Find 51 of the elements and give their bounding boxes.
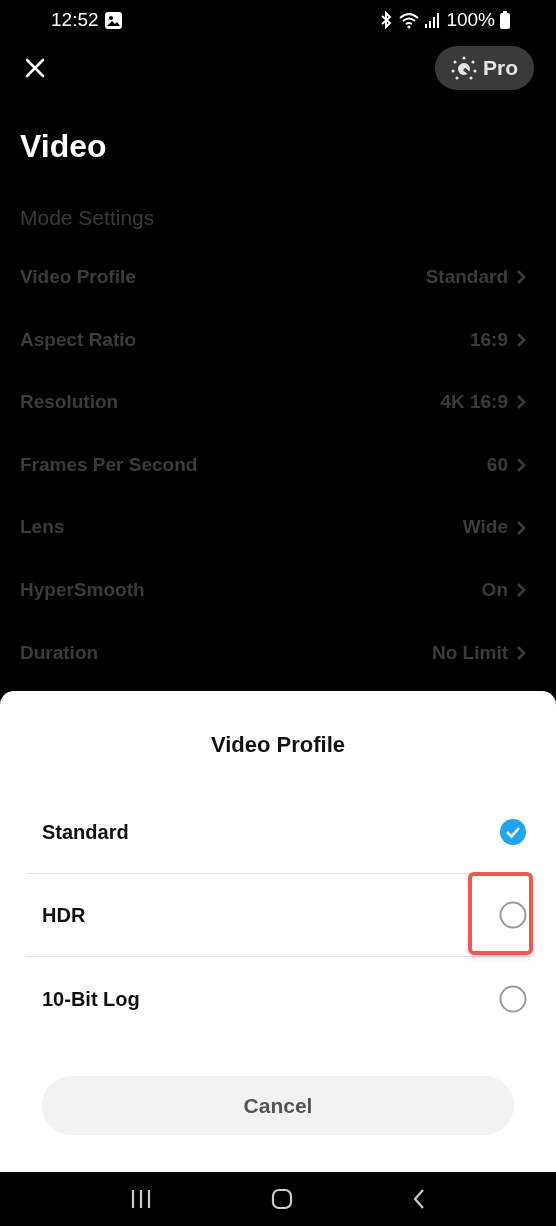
wifi-icon <box>398 11 421 29</box>
check-circle-icon[interactable] <box>499 818 527 846</box>
chevron-right-icon <box>516 457 526 474</box>
chevron-right-icon <box>516 269 526 286</box>
settings-row[interactable]: HyperSmooth On <box>0 558 556 622</box>
dial-icon <box>451 55 477 81</box>
settings-row[interactable]: Resolution 4K 16:9 <box>0 371 556 434</box>
chevron-right-icon <box>516 394 526 411</box>
back-icon[interactable] <box>412 1188 427 1210</box>
recent-apps-icon[interactable] <box>129 1188 152 1210</box>
setting-value: 16:9 <box>469 327 508 352</box>
setting-value: Standard <box>425 265 508 290</box>
chevron-right-icon <box>516 331 526 348</box>
chevron-right-icon <box>516 519 526 536</box>
setting-value: No Limit <box>432 640 508 665</box>
page-title: Video <box>19 127 108 166</box>
setting-label: Duration <box>20 640 99 665</box>
setting-value: On <box>481 578 508 602</box>
settings-row[interactable]: Duration No Limit <box>0 621 556 685</box>
radio-button[interactable] <box>499 901 527 929</box>
radio-button[interactable] <box>499 984 527 1013</box>
status-time: 12:52 <box>51 7 99 32</box>
image-icon <box>104 11 122 29</box>
bluetooth-icon <box>379 11 394 29</box>
signal-icon <box>425 12 442 28</box>
settings-row[interactable]: Aspect Ratio 16:9 <box>0 308 556 372</box>
settings-row[interactable]: Frames Per Second 60 <box>0 433 556 497</box>
setting-label: Lens <box>20 515 65 540</box>
option-label: 10-Bit Log <box>42 986 140 1012</box>
battery-icon <box>500 11 510 29</box>
setting-label: Aspect Ratio <box>20 327 137 352</box>
chevron-right-icon <box>516 644 526 661</box>
setting-label: Video Profile <box>20 265 136 290</box>
settings-row[interactable]: Lens Wide <box>0 496 556 559</box>
pro-button[interactable]: Pro <box>435 46 534 90</box>
home-icon[interactable] <box>271 1188 293 1210</box>
close-icon[interactable] <box>24 57 46 79</box>
option-label: HDR <box>42 903 86 928</box>
battery-percentage: 100% <box>446 7 495 32</box>
sheet-title: Video Profile <box>209 731 347 759</box>
setting-value: 60 <box>486 452 508 477</box>
setting-value: 4K 16:9 <box>440 390 508 415</box>
cancel-button[interactable]: Cancel <box>42 1076 514 1135</box>
setting-label: Frames Per Second <box>20 452 198 477</box>
setting-value: Wide <box>462 515 508 540</box>
setting-label: HyperSmooth <box>20 578 145 602</box>
section-heading: Mode Settings <box>19 205 156 231</box>
settings-row[interactable]: Video Profile Standard <box>0 246 556 309</box>
setting-label: Resolution <box>20 390 119 415</box>
option-label: Standard <box>42 820 129 845</box>
chevron-right-icon <box>516 582 526 599</box>
